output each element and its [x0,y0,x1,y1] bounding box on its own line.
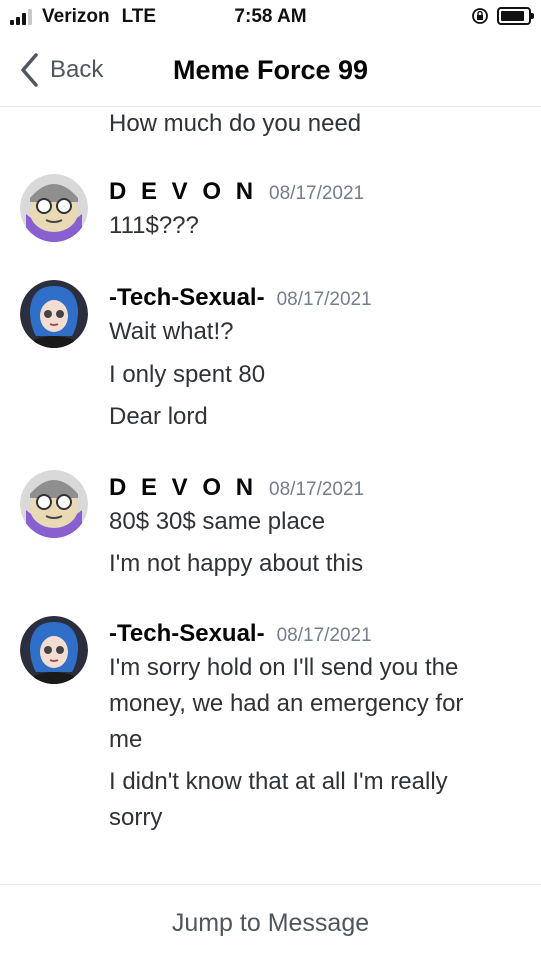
footer: Jump to Message [0,884,541,961]
author-line: -Tech-Sexual- 08/17/2021 [109,620,372,648]
author-name[interactable]: D E V O N [109,178,257,206]
author-line: -Tech-Sexual- 08/17/2021 [109,284,372,312]
avatar[interactable] [20,470,88,538]
timestamp: 08/17/2021 [269,479,365,500]
battery-icon [497,7,534,25]
status-right [471,7,534,25]
message-text[interactable]: I'm not happy about this [109,546,509,582]
avatar[interactable] [20,616,88,684]
page-title: Meme Force 99 [172,55,369,85]
message-text[interactable]: 80$ 30$ same place [109,504,509,540]
timestamp: 08/17/2021 [276,289,372,310]
status-time: 7:58 AM [234,6,307,27]
timestamp: 08/17/2021 [269,183,365,204]
message-text[interactable]: Wait what!? [109,314,509,350]
author-name[interactable]: -Tech-Sexual- [109,284,265,312]
timestamp: 08/17/2021 [276,625,372,646]
message-text[interactable]: Dear lord [109,399,509,435]
avatar[interactable] [20,174,88,242]
message-text[interactable]: How much do you need [109,106,361,142]
message-text[interactable]: 111$??? [109,208,509,244]
message-text[interactable]: I only spent 80 [109,357,509,393]
status-bar: Verizon LTE 7:58 AM [0,0,541,34]
author-line: D E V O N 08/17/2021 [109,178,364,206]
author-name[interactable]: -Tech-Sexual- [109,620,265,648]
message-text[interactable]: I didn't know that at all I'm really sor… [109,764,499,836]
nav-bar: Back Meme Force 99 [0,34,541,107]
author-name[interactable]: D E V O N [109,474,257,502]
author-line: D E V O N 08/17/2021 [109,474,364,502]
message-text[interactable]: I'm sorry hold on I'll send you the mone… [109,650,499,758]
rotation-lock-icon [472,8,488,24]
avatar[interactable] [20,280,88,348]
jump-to-message-button[interactable]: Jump to Message [0,909,541,938]
